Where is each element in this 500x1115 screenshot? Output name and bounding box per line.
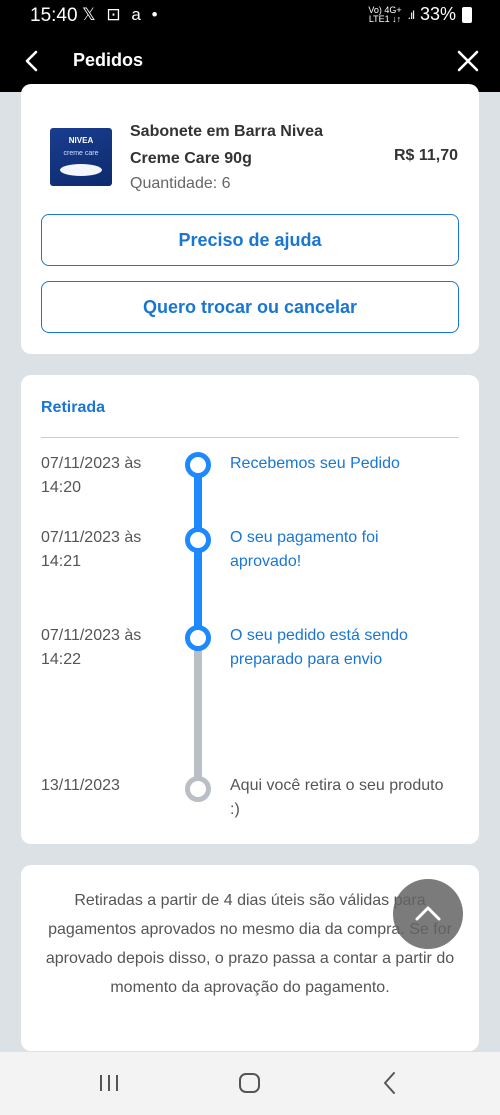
product-name: Sabonete em Barra Nivea Creme Care 90g [130, 123, 323, 167]
timeline-dot-4 [185, 776, 211, 802]
chevron-up-icon [415, 906, 441, 921]
timeline-date-1: 07/11/2023 às 14:20 [41, 455, 142, 496]
timeline-text-2: O seu pagamento foi aprovado! [230, 529, 379, 570]
home-icon[interactable] [237, 1070, 263, 1096]
product-price: R$ 11,70 [393, 147, 458, 164]
system-nav-bar [0, 1052, 500, 1115]
timeline-date-3: 07/11/2023 às 14:22 [41, 627, 142, 668]
status-right: Vo) 4G+ LTE1 ↓↑ .ıl 33% [368, 4, 472, 25]
app-bar: Pedidos [0, 32, 500, 92]
product-image-sub: creme care [63, 150, 99, 157]
chevron-left-icon [25, 50, 38, 72]
timeline-text-3: O seu pedido está sendo preparado para e… [230, 627, 408, 668]
exchange-cancel-button[interactable]: Quero trocar ou cancelar [41, 281, 459, 333]
timeline-dot-1 [185, 452, 211, 478]
product-quantity: Quantidade: 6 [130, 175, 231, 192]
product-card: NIVEA creme care Sabonete em Barra Nivea… [21, 84, 479, 354]
back-icon[interactable] [378, 1070, 402, 1096]
pickup-card: Retirada 07/11/2023 às 14:20 Recebemos s… [21, 375, 479, 844]
timeline-text-1: Recebemos seu Pedido [230, 455, 400, 472]
help-button[interactable]: Preciso de ajuda [41, 214, 459, 266]
timeline-line-pending [194, 640, 202, 788]
battery-icon [462, 6, 472, 23]
page-title: Pedidos [73, 50, 144, 70]
recents-icon[interactable] [98, 1070, 122, 1096]
network-indicator: Vo) 4G+ LTE1 ↓↑ [368, 4, 402, 24]
divider [41, 437, 459, 438]
timeline-dot-2 [185, 527, 211, 553]
scroll-top-button[interactable] [393, 879, 463, 949]
timeline-date-2: 07/11/2023 às 14:21 [41, 529, 142, 570]
close-button[interactable] [454, 47, 482, 75]
timeline-dot-3 [185, 625, 211, 651]
signal-icon: .ıl [407, 7, 415, 22]
battery-percent: 33% [419, 4, 456, 24]
product-image-brand: NIVEA [68, 136, 94, 145]
close-icon [457, 50, 479, 72]
soap-shape [60, 164, 102, 176]
product-image: NIVEA creme care [50, 128, 112, 186]
timeline-date-4: 13/11/2023 [41, 777, 120, 794]
notification-icons: 𝕏 ⊡ a • [82, 5, 161, 24]
status-time: 15:40 [30, 5, 78, 26]
back-button[interactable] [18, 45, 46, 77]
timeline-text-4: Aqui você retira o seu produto :) [230, 777, 444, 818]
pickup-title: Retirada [41, 399, 106, 416]
status-bar: 15:40 𝕏 ⊡ a • Vo) 4G+ LTE1 ↓↑ .ıl 33% [0, 0, 500, 32]
